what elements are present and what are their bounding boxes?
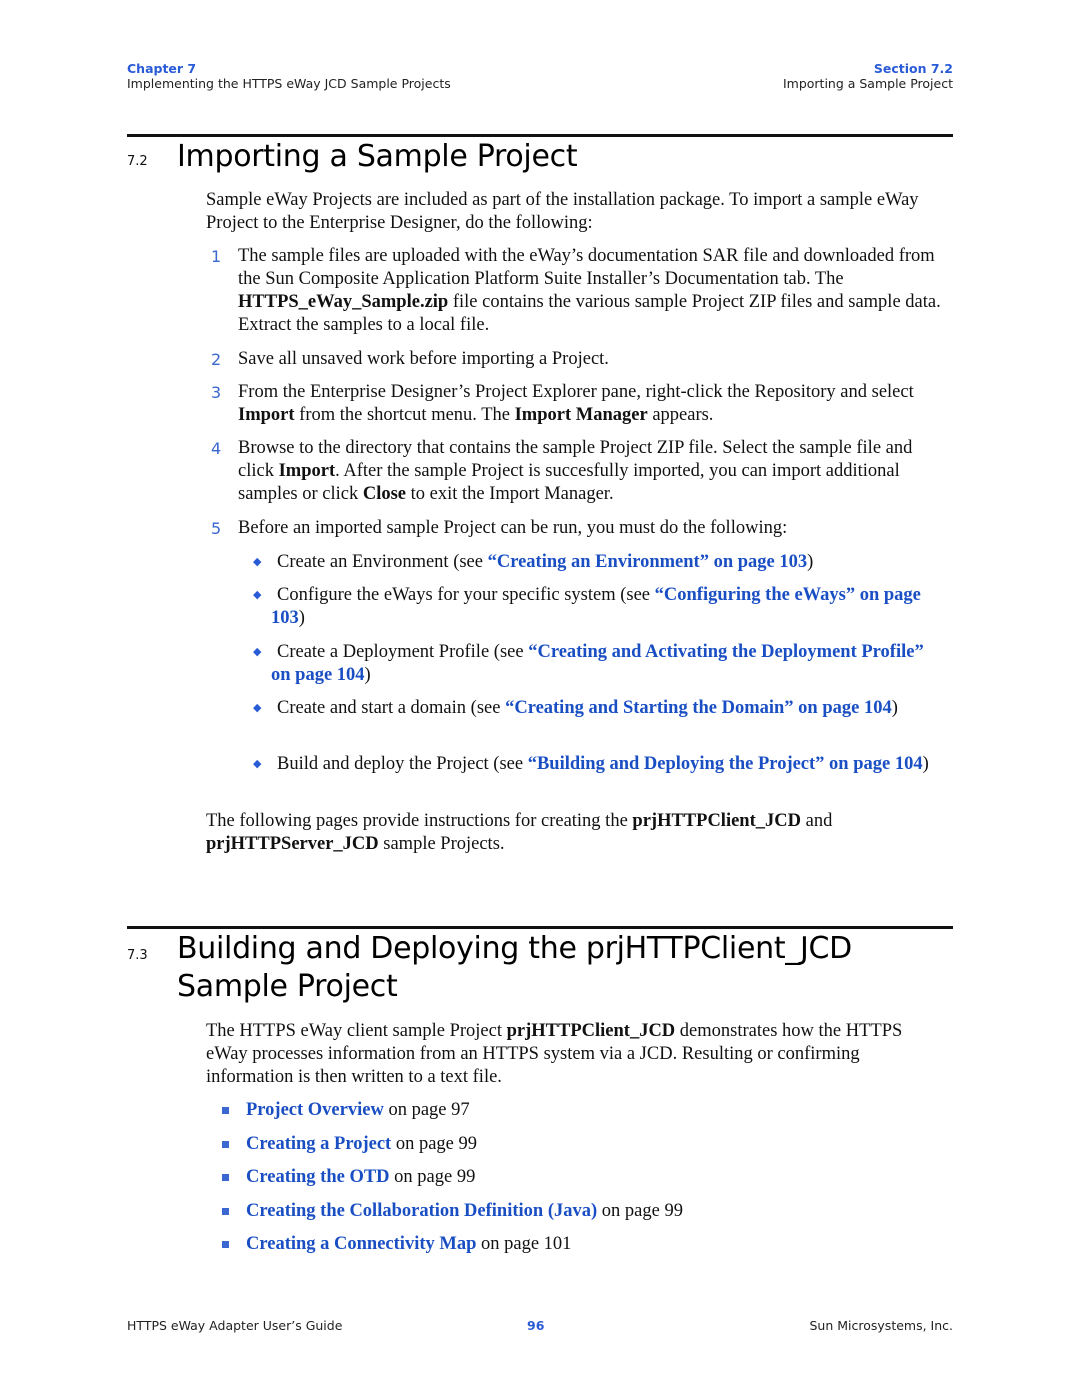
text-run: From the Enterprise Designer’s Project E… [238,382,914,402]
chapter-label: Chapter 7 [127,61,197,76]
text-run: Create an Environment (see [277,552,488,572]
text-run: ) [298,608,305,628]
square-bullet-icon [222,1241,229,1248]
section-heading-title: Building and Deploying the prjHTTPClient… [177,931,852,1004]
step-number: 2 [211,350,222,369]
page-reference: on page 99 [389,1167,476,1187]
text-run: sample Projects. [378,834,505,854]
text-run: ) [891,698,898,718]
filename-bold: HTTPS_eWay_Sample.zip [238,292,449,312]
step-text: The sample files are uploaded with the e… [238,245,948,337]
step-number: 5 [211,519,222,538]
text-run: ) [807,552,814,572]
topic-link[interactable]: Creating the Collaboration Definition (J… [246,1201,597,1221]
page-reference: on page 99 [391,1134,478,1154]
button-name-bold: Import [278,461,336,481]
step-number: 3 [211,383,222,402]
footer-company: Sun Microsystems, Inc. [809,1318,954,1333]
text-run: ) [364,665,371,685]
page-reference: on page 97 [383,1100,470,1120]
section-heading-7-3: 7.3 Building and Deploying the prjHTTPCl… [127,930,953,1010]
running-header-right: Section 7.2 Importing a Sample Project [783,61,953,91]
closing-paragraph: The following pages provide instructions… [206,810,946,856]
square-bullet-icon [222,1174,229,1181]
page-reference: on page 99 [597,1201,683,1221]
diamond-bullet-icon: ◆ [253,556,262,568]
page-reference: on page 101 [476,1234,572,1254]
intro-paragraph: Sample eWay Projects are included as par… [206,190,919,233]
topic-link[interactable]: Project Overview [246,1100,384,1120]
text-run: Create a Deployment Profile (see [277,642,529,662]
section-title: Importing a Sample Project [782,76,953,91]
running-header-left: Chapter 7 Implementing the HTTPS eWay JC… [127,61,451,91]
section-7-3-intro: The HTTPS eWay client sample Project prj… [206,1020,946,1089]
step-text: Save all unsaved work before importing a… [238,349,609,369]
square-bullet-icon [222,1208,229,1215]
chapter-title: Implementing the HTTPS eWay JCD Sample P… [127,76,451,91]
square-bullet-icon [222,1107,229,1114]
diamond-bullet-icon: ◆ [253,646,262,658]
step-text: Before an imported sample Project can be… [238,518,788,538]
project-name-bold: prjHTTPClient_JCD [632,811,801,831]
section-number: 7.2 [127,154,148,169]
text-run: The sample files are uploaded with the e… [238,246,935,289]
text-run: Create and start a domain (see [277,698,506,718]
topic-link[interactable]: Creating the OTD [246,1167,390,1187]
square-bullet-icon [222,1141,229,1148]
diamond-bullet-icon: ◆ [253,589,262,601]
text-run: The following pages provide instructions… [206,811,633,831]
project-name-bold: prjHTTPClient_JCD [506,1021,676,1041]
step-number: 4 [211,439,222,458]
diamond-bullet-icon: ◆ [253,702,262,714]
diamond-bullet-icon: ◆ [253,758,262,770]
text-run: appears. [647,405,714,425]
text-run: Configure the eWays for your specific sy… [277,585,655,605]
text-run: Build and deploy the Project (see [277,754,528,774]
step-number: 1 [211,247,222,266]
text-run: The HTTPS eWay client sample Project [206,1021,507,1041]
section-rule [127,134,953,137]
section-number: 7.3 [127,948,148,963]
text-run: ) [922,754,929,774]
text-run: and [800,811,833,831]
button-name-bold: Close [362,484,407,504]
step-text: From the Enterprise Designer’s Project E… [238,381,948,427]
cross-reference-link[interactable]: “Creating and Starting the Domain” on pa… [505,698,892,718]
section-rule [127,926,953,929]
cross-reference-link[interactable]: “Building and Deploying the Project” on … [528,754,923,774]
text-run: to exit the Import Manager. [406,484,614,504]
topic-link[interactable]: Creating a Project [246,1134,391,1154]
dialog-name-bold: Import Manager [514,405,648,425]
menu-item-bold: Import [238,405,295,425]
footer-page-number: 96 [527,1318,545,1333]
section-label: Section 7.2 [873,61,953,76]
footer-guide-title: HTTPS eWay Adapter User’s Guide [127,1318,343,1333]
step-text: Browse to the directory that contains th… [238,437,948,506]
topic-link[interactable]: Creating a Connectivity Map [246,1234,476,1254]
section-heading-7-2: 7.2 Importing a Sample Project [127,138,953,178]
section-heading-title: Importing a Sample Project [177,139,578,174]
cross-reference-link[interactable]: “Creating an Environment” on page 103 [488,552,808,572]
text-run: from the shortcut menu. The [294,405,515,425]
project-name-bold: prjHTTPServer_JCD [206,834,379,854]
